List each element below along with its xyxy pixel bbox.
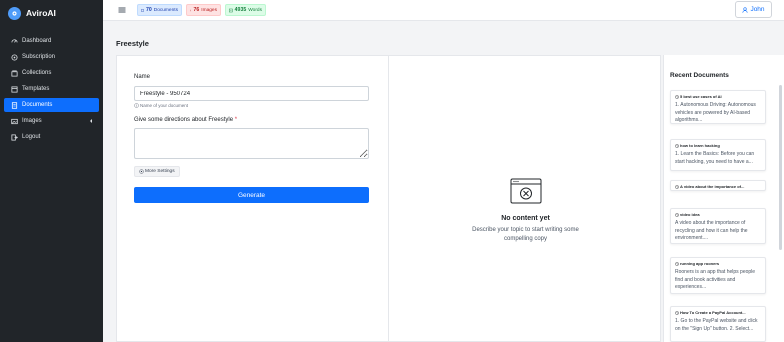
topbar: 70 Documents 76 Images 4935 Words John — [103, 0, 784, 21]
empty-state-subtitle: Describe your topic to start writing som… — [472, 227, 579, 242]
documents-label: Documents — [153, 7, 178, 13]
output-panel: No content yet Describe your topic to st… — [389, 56, 662, 342]
settings-icon — [139, 169, 144, 174]
collections-icon — [10, 69, 18, 77]
documents-count: 70 — [145, 7, 152, 13]
brand[interactable]: AviroAI — [0, 2, 103, 24]
recent-doc-card[interactable]: A video about the importance of... — [670, 180, 766, 191]
recent-doc-title-text: A video about the importance of... — [680, 184, 745, 189]
directions-textarea[interactable] — [134, 128, 369, 159]
recent-scrollbar[interactable] — [779, 85, 782, 250]
recent-doc-title-text: running app rooners — [680, 261, 720, 266]
documents-count-badge[interactable]: 70 Documents — [137, 4, 182, 16]
recent-doc-excerpt: 1. Go to the PayPal website and click on… — [675, 318, 758, 332]
logout-icon — [10, 133, 18, 141]
document-icon — [141, 8, 144, 12]
user-menu-button[interactable]: John — [735, 1, 772, 18]
recent-doc-card[interactable]: How To Create a PayPal Account... 1. Go … — [670, 306, 766, 342]
generate-button[interactable]: Generate — [134, 187, 369, 203]
recent-doc-title-text: video idea — [680, 212, 700, 217]
recent-doc-title: video idea — [671, 209, 765, 217]
sidebar-item-label: Documents — [22, 102, 53, 108]
sidebar-item-label: Images — [22, 118, 42, 124]
page-title: Freestyle — [116, 39, 149, 48]
documents-icon — [10, 101, 18, 109]
clock-icon — [675, 184, 679, 189]
app-name: AviroAI — [26, 8, 56, 18]
words-count-badge[interactable]: 4935 Words — [225, 4, 266, 16]
recent-doc-card[interactable]: how to learn hacking 1. Learn the Basics… — [670, 139, 766, 171]
sidebar-item-label: Subscription — [22, 54, 56, 60]
recent-documents-title: Recent Documents — [670, 72, 729, 79]
editor-card: Name Name of your document Give some dir… — [116, 55, 661, 342]
clock-icon — [675, 212, 679, 217]
more-settings-button[interactable]: More Settings — [134, 166, 180, 177]
sidebar: AviroAI Dashboard Subscription Collectio… — [0, 0, 103, 342]
templates-icon — [10, 85, 18, 93]
recent-doc-excerpt — [671, 189, 765, 194]
empty-browser-icon — [510, 178, 542, 204]
hamburger-menu-icon[interactable] — [117, 5, 127, 15]
recent-doc-title: how to learn hacking — [671, 140, 765, 148]
empty-state-title: No content yet — [501, 215, 550, 222]
images-label: Images — [201, 7, 217, 13]
recent-doc-title-text: how to learn hacking — [680, 143, 720, 148]
sidebar-item-images[interactable]: Images — [4, 114, 99, 128]
directions-label-text: Give some directions about Freestyle — [134, 117, 234, 123]
recent-doc-card[interactable]: 5 best use cases of AI 1. Autonomous Dri… — [670, 90, 766, 124]
words-label: Words — [248, 7, 262, 13]
recent-doc-excerpt: A video about the importance of recyclin… — [675, 220, 748, 241]
recent-doc-title: running app rooners — [671, 258, 765, 266]
info-icon — [134, 103, 139, 108]
recent-doc-card[interactable]: video idea A video about the importance … — [670, 208, 766, 244]
logo-icon — [8, 6, 21, 20]
recent-doc-title: How To Create a PayPal Account... — [671, 307, 765, 315]
more-settings-label: More Settings — [145, 169, 175, 174]
images-icon — [10, 117, 18, 125]
chevron-left-icon[interactable] — [88, 118, 94, 124]
user-name: John — [750, 6, 765, 13]
sidebar-item-templates[interactable]: Templates — [4, 82, 99, 96]
name-hint: Name of your document — [134, 103, 188, 108]
sidebar-item-logout[interactable]: Logout — [4, 130, 99, 144]
required-marker: * — [234, 117, 238, 123]
recent-doc-title: A video about the importance of... — [671, 181, 765, 189]
name-label: Name — [134, 74, 151, 80]
subscription-icon — [10, 53, 18, 61]
recent-doc-title-text: 5 best use cases of AI — [680, 94, 722, 99]
dashboard-icon — [10, 37, 18, 45]
user-icon — [742, 6, 748, 13]
recent-doc-excerpt: 1. Learn the Basics: Before you can star… — [675, 151, 755, 165]
recent-doc-excerpt: 1. Autonomous Driving: Autonomous vehicl… — [675, 102, 756, 123]
clock-icon — [675, 310, 679, 315]
clock-icon — [675, 143, 679, 148]
sidebar-nav: Dashboard Subscription Collections Templ… — [0, 34, 103, 144]
directions-label: Give some directions about Freestyle * — [134, 117, 237, 123]
text-icon — [229, 8, 233, 12]
sidebar-item-collections[interactable]: Collections — [4, 66, 99, 80]
recent-doc-excerpt: Rooners is an app that helps people find… — [675, 269, 756, 290]
sidebar-item-label: Collections — [22, 70, 52, 76]
images-count: 76 — [193, 7, 200, 13]
name-input[interactable] — [134, 86, 369, 101]
sidebar-item-dashboard[interactable]: Dashboard — [4, 34, 99, 48]
clock-icon — [675, 94, 679, 99]
words-count: 4935 — [234, 7, 247, 13]
sidebar-item-subscription[interactable]: Subscription — [4, 50, 99, 64]
sidebar-item-documents[interactable]: Documents — [4, 98, 99, 112]
recent-doc-title: 5 best use cases of AI — [671, 91, 765, 99]
recent-doc-title-text: How To Create a PayPal Account... — [680, 310, 746, 315]
clock-icon — [675, 261, 679, 266]
recent-documents-panel: Recent Documents 5 best use cases of AI … — [663, 55, 784, 342]
form-panel: Name Name of your document Give some dir… — [117, 56, 389, 342]
recent-doc-card[interactable]: running app rooners Rooners is an app th… — [670, 257, 766, 294]
images-count-badge[interactable]: 76 Images — [186, 4, 221, 16]
sidebar-item-label: Templates — [22, 86, 50, 92]
sidebar-item-label: Logout — [22, 134, 41, 140]
sidebar-item-label: Dashboard — [22, 38, 52, 44]
name-hint-text: Name of your document — [140, 103, 189, 108]
image-icon — [190, 9, 192, 11]
